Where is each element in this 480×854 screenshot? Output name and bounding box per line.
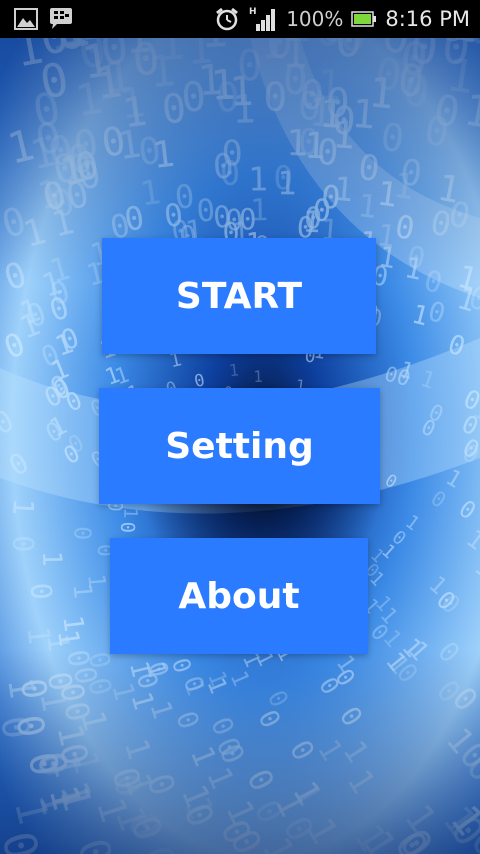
gallery-icon: [14, 8, 38, 30]
status-bar: H 100% 8:16 PM: [0, 0, 480, 38]
system-status-area: H 100% 8:16 PM: [214, 5, 480, 33]
battery-percent: 100%: [286, 7, 344, 31]
notification-area: [0, 7, 74, 31]
alarm-icon: [214, 6, 240, 32]
signal-icon: H: [248, 5, 278, 33]
bbm-icon: [48, 7, 74, 31]
app-screen: H 100% 8:16 PM START Setting About: [0, 0, 480, 854]
battery-icon: [351, 11, 377, 27]
about-button[interactable]: About: [110, 538, 368, 654]
start-button[interactable]: START: [102, 238, 376, 354]
status-time: 8:16 PM: [385, 7, 470, 31]
svg-text:H: H: [249, 7, 257, 17]
setting-button[interactable]: Setting: [99, 388, 380, 504]
